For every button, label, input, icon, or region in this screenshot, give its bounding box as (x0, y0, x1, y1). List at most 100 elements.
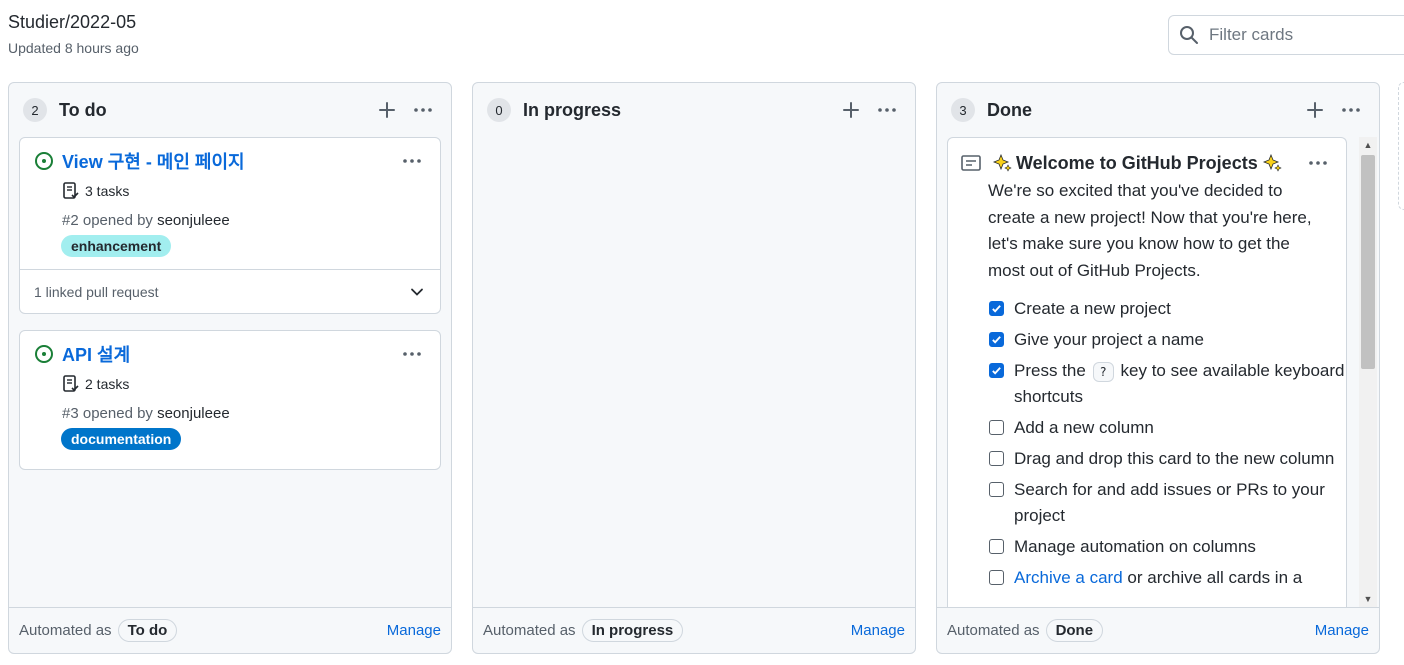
automation-text: Automated as (947, 622, 1040, 639)
column-menu-button[interactable] (873, 96, 901, 124)
column-footer: Automated as Done Manage (937, 607, 1379, 653)
checkbox-unchecked[interactable] (989, 482, 1004, 497)
column-done: 3 Done Welcome to GitHub Projects We're … (936, 82, 1380, 654)
scroll-up-arrow-icon[interactable]: ▲ (1359, 137, 1377, 153)
checklist-item-text: Give your project a name (1014, 330, 1204, 349)
project-header: Studier/2022-05 Updated 8 hours ago (8, 10, 139, 56)
label-enhancement[interactable]: enhancement (61, 235, 172, 257)
note-icon (961, 155, 981, 171)
add-column-placeholder[interactable] (1398, 82, 1404, 210)
plus-icon (379, 102, 395, 118)
column-header: 3 Done (937, 83, 1379, 137)
column-title: In progress (523, 99, 622, 120)
checklist-item-text: Archive a card or archive all cards in a (1014, 565, 1302, 591)
checklist-item: Add a new column (989, 415, 1346, 441)
column-header: 0 In progress (473, 83, 915, 137)
checkbox-unchecked[interactable] (989, 420, 1004, 435)
checklist-item-text: Drag and drop this card to the new colum… (1014, 449, 1335, 468)
checklist-item: Give your project a name (989, 327, 1346, 353)
sparkles-icon (992, 153, 1012, 172)
checklist-item: Manage automation on columns (989, 534, 1346, 560)
text-segment: or archive all cards in a (1127, 568, 1303, 587)
filter-cards-input[interactable] (1209, 25, 1399, 45)
search-icon (1180, 26, 1198, 44)
kebab-horizontal-icon (403, 159, 421, 163)
automation-text: Automated as (483, 622, 576, 639)
checkbox-unchecked[interactable] (989, 539, 1004, 554)
card-menu-button[interactable] (398, 150, 426, 172)
sparkles-icon (1262, 153, 1282, 172)
column-scrollbar[interactable]: ▲ ▼ (1359, 137, 1377, 607)
checklist-item-text: Search for and add issues or PRs to your… (1014, 480, 1325, 525)
column-title: To do (59, 99, 107, 120)
column-title: Done (987, 99, 1032, 120)
automation-preset-badge: Done (1045, 619, 1104, 642)
column-footer: Automated as To do Manage (9, 607, 451, 653)
project-title: Studier/2022-05 (8, 12, 137, 32)
checklist-item: Create a new project (989, 296, 1346, 322)
keyboard-key: ? (1092, 362, 1114, 382)
issue-title-link[interactable]: View 구현 - 메인 페이지 (62, 148, 398, 174)
archive-card-link[interactable]: Archive a card (1014, 568, 1123, 587)
add-card-button[interactable] (837, 96, 865, 124)
checkbox-checked[interactable] (989, 332, 1004, 347)
issue-number: #3 opened by (62, 405, 153, 422)
column-menu-button[interactable] (1337, 96, 1365, 124)
filter-cards-box[interactable] (1168, 15, 1404, 55)
updated-timestamp: Updated 8 hours ago (8, 40, 139, 56)
scroll-down-arrow-icon[interactable]: ▼ (1359, 591, 1377, 607)
kebab-horizontal-icon (403, 352, 421, 356)
note-card[interactable]: Welcome to GitHub Projects We're so exci… (947, 137, 1347, 607)
column-to-do: 2 To do View 구현 - 메인 페이지 3 tasks #2 open… (8, 82, 452, 654)
checklist-item: Archive a card or archive all cards in a (989, 565, 1346, 591)
manage-automation-link[interactable]: Manage (1315, 622, 1369, 639)
task-count: 3 tasks (85, 183, 130, 199)
checklist-item-text: Press the ? key to see available keyboar… (1014, 358, 1346, 410)
kebab-horizontal-icon (878, 108, 896, 112)
checklist-item: Drag and drop this card to the new colum… (989, 446, 1346, 472)
issue-meta: #2 opened by seonjuleee (20, 212, 440, 229)
checkbox-unchecked[interactable] (989, 570, 1004, 585)
text-segment: Press the (1014, 361, 1086, 380)
task-progress: 3 tasks (20, 182, 440, 200)
task-count: 2 tasks (85, 376, 130, 392)
kebab-horizontal-icon (414, 108, 432, 112)
issue-author[interactable]: seonjuleee (157, 405, 230, 422)
label-documentation[interactable]: documentation (61, 428, 182, 450)
issue-number: #2 opened by (62, 212, 153, 229)
chevron-down-icon (411, 288, 423, 296)
checkbox-unchecked[interactable] (989, 451, 1004, 466)
scrollbar-thumb[interactable] (1361, 155, 1375, 369)
column-footer: Automated as In progress Manage (473, 607, 915, 653)
issue-author[interactable]: seonjuleee (157, 212, 230, 229)
task-checklist: Create a new project Give your project a… (948, 296, 1346, 591)
checklist-icon (63, 182, 79, 199)
manage-automation-link[interactable]: Manage (851, 622, 905, 639)
column-menu-button[interactable] (409, 96, 437, 124)
issue-title-link[interactable]: API 설계 (62, 341, 398, 367)
card-menu-button[interactable] (398, 343, 426, 365)
checkbox-checked[interactable] (989, 301, 1004, 316)
card-count-badge: 2 (23, 98, 47, 122)
checkbox-checked[interactable] (989, 363, 1004, 378)
checklist-icon (63, 375, 79, 392)
card-menu-button[interactable] (1304, 152, 1332, 174)
linked-pr-text: 1 linked pull request (34, 283, 159, 300)
checklist-item: Press the ? key to see available keyboar… (989, 358, 1346, 410)
plus-icon (843, 102, 859, 118)
issue-card[interactable]: View 구현 - 메인 페이지 3 tasks #2 opened by se… (19, 137, 441, 314)
add-card-button[interactable] (373, 96, 401, 124)
automation-preset-badge: In progress (581, 619, 684, 642)
note-body: We're so excited that you've decided to … (988, 181, 1312, 280)
column-in-progress: 0 In progress Automated as In progress M… (472, 82, 916, 654)
issue-opened-icon (35, 345, 53, 363)
linked-pull-request-toggle[interactable]: 1 linked pull request (20, 269, 440, 313)
check-icon (992, 336, 1001, 344)
kebab-horizontal-icon (1342, 108, 1360, 112)
note-title-text: Welcome to GitHub Projects (1016, 152, 1258, 173)
issue-card[interactable]: API 설계 2 tasks #3 opened by seonjuleee d… (19, 330, 441, 470)
issue-opened-icon (35, 152, 53, 170)
check-icon (992, 367, 1001, 375)
manage-automation-link[interactable]: Manage (387, 622, 441, 639)
add-card-button[interactable] (1301, 96, 1329, 124)
